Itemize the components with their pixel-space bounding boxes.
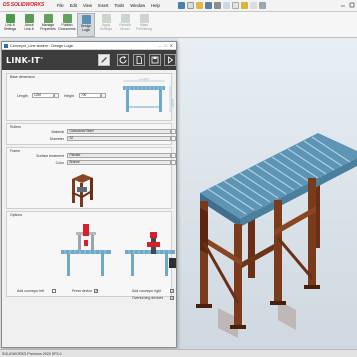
publish-documents-button[interactable]: Publish Documents (58, 13, 76, 37)
command-manager: Link-It Settings About Link-It Manage Pr… (0, 12, 357, 38)
height-field[interactable]: 700 (79, 93, 101, 98)
title-bar: DSSOLIDWORKS File Edit View Insert Tools… (0, 0, 357, 12)
menu-bar: File Edit View Insert Tools Window Help (57, 3, 160, 8)
save-icon (151, 56, 159, 64)
minimize-icon[interactable]: – (159, 43, 161, 48)
diameter-dropdown[interactable]: 32 (67, 136, 171, 141)
solidworks-logo[interactable]: DSSOLIDWORKS (3, 2, 44, 10)
maximize-icon[interactable]: □ (165, 43, 167, 48)
design-logic-dialog: Conveyor_Line.slddrm - Design Logic – □ … (1, 41, 177, 348)
svg-text:Height: Height (171, 99, 175, 108)
rebuild-model-icon (120, 14, 130, 23)
play-icon (168, 56, 174, 64)
status-text: SOLIDWORKS Premium 2020 SP2.0 (2, 352, 62, 356)
base-dimension-diagram: Length Height (123, 77, 175, 112)
add-conveyor-left-label: Add conveyor left (17, 289, 45, 293)
status-bar: SOLIDWORKS Premium 2020 SP2.0 (0, 349, 357, 357)
new-document-icon[interactable] (187, 2, 194, 9)
about-link-it-button[interactable]: About Link-It (20, 13, 38, 37)
graphics-viewport[interactable] (178, 38, 357, 349)
properties-icon (43, 14, 53, 23)
color-dropdown-button[interactable] (171, 160, 176, 165)
surface-treatment-dropdown[interactable]: Painted (67, 153, 171, 158)
conveyor-3d-model[interactable] (178, 38, 357, 349)
add-conveyor-right-label: Add conveyor right (132, 289, 162, 293)
run-button[interactable] (164, 54, 176, 66)
material-dropdown-button[interactable] (171, 129, 176, 134)
minimize-icon[interactable] (340, 2, 346, 8)
maximize-icon[interactable] (349, 2, 355, 8)
window-controls (340, 2, 355, 8)
options-icon[interactable] (259, 2, 266, 9)
undo-icon[interactable] (223, 2, 230, 9)
frame-group: Frame Surface treatment Painted Color Br… (6, 147, 176, 209)
manage-properties-button[interactable]: Manage Properties (39, 13, 57, 37)
mass-publishing-button[interactable]: Mass Publishing (135, 13, 153, 37)
apply-icon (101, 14, 111, 23)
edit-button[interactable] (98, 54, 110, 66)
menu-edit[interactable]: Edit (70, 3, 77, 8)
menu-file[interactable]: File (57, 3, 64, 8)
options-preview-image (61, 224, 176, 276)
length-unit-button[interactable] (54, 93, 59, 98)
menu-window[interactable]: Window (130, 3, 145, 8)
add-conveyor-right-checkbox[interactable]: ✓ (170, 289, 174, 293)
overturning-devices-label: Overturning devices (132, 296, 164, 300)
home-icon[interactable] (178, 2, 185, 9)
link-it-header: LINK-IT® (2, 50, 176, 70)
rollers-group: Rollers Material Galvanized Steel Diamet… (6, 123, 176, 145)
diameter-label: Diameter (49, 137, 64, 141)
color-label: Color (55, 161, 64, 165)
menu-tools[interactable]: Tools (114, 3, 124, 8)
info-icon (24, 14, 34, 23)
menu-view[interactable]: View (83, 3, 92, 8)
document-icon (136, 56, 142, 64)
pencil-icon (101, 57, 107, 63)
dialog-title-bar[interactable]: Conveyor_Line.slddrm - Design Logic – □ … (2, 42, 176, 50)
design-logic-icon (81, 15, 91, 24)
design-logic-button[interactable]: Design Logic (77, 13, 95, 37)
refresh-icon (119, 56, 127, 64)
diameter-dropdown-button[interactable] (171, 136, 176, 141)
publish-icon (62, 14, 72, 23)
refresh-button[interactable] (117, 54, 129, 66)
link-it-logo: LINK-IT® (6, 56, 44, 65)
select-icon[interactable] (232, 2, 239, 9)
settings-icon (5, 14, 15, 23)
options-group: Options Add conveyor left Press device ✓… (6, 211, 176, 300)
rebuild-icon[interactable] (241, 2, 248, 9)
base-dimension-group: Base dimension Length 1250 Height 700 Le… (6, 73, 175, 121)
menu-help[interactable]: Help (151, 3, 160, 8)
surface-treatment-label: Surface treatment (36, 154, 64, 158)
press-device-label: Press device (72, 289, 93, 293)
rebuild-model-button[interactable]: Rebuild Model (116, 13, 134, 37)
press-device-checkbox[interactable]: ✓ (94, 289, 98, 293)
save-button[interactable] (149, 54, 161, 66)
print-icon[interactable] (214, 2, 221, 9)
close-icon[interactable]: ✕ (170, 43, 173, 48)
material-dropdown[interactable]: Galvanized Steel (67, 129, 171, 134)
dialog-body: Base dimension Length 1250 Height 700 Le… (2, 71, 176, 347)
svg-text:Length: Length (139, 77, 149, 81)
surface-treatment-dropdown-button[interactable] (171, 153, 176, 158)
link-it-settings-button[interactable]: Link-It Settings (1, 13, 19, 37)
length-label: Length (17, 94, 28, 98)
material-label: Material (51, 130, 64, 134)
open-icon[interactable] (196, 2, 203, 9)
height-label: Height (64, 94, 75, 98)
color-dropdown[interactable]: Bronze (67, 160, 171, 165)
mass-publish-icon (139, 14, 149, 23)
save-icon[interactable] (205, 2, 212, 9)
apply-settings-button[interactable]: Apply Settings (97, 13, 115, 37)
height-unit-button[interactable] (101, 93, 106, 98)
length-field[interactable]: 1250 (32, 93, 54, 98)
file-properties-icon[interactable] (250, 2, 257, 9)
menu-insert[interactable]: Insert (98, 3, 108, 8)
frame-preview-image (72, 174, 93, 207)
overturning-devices-checkbox[interactable]: ✓ (170, 296, 174, 300)
app-icon (4, 43, 8, 48)
add-conveyor-left-checkbox[interactable] (52, 289, 56, 293)
quick-access-toolbar (178, 2, 266, 9)
document-button[interactable] (133, 54, 145, 66)
